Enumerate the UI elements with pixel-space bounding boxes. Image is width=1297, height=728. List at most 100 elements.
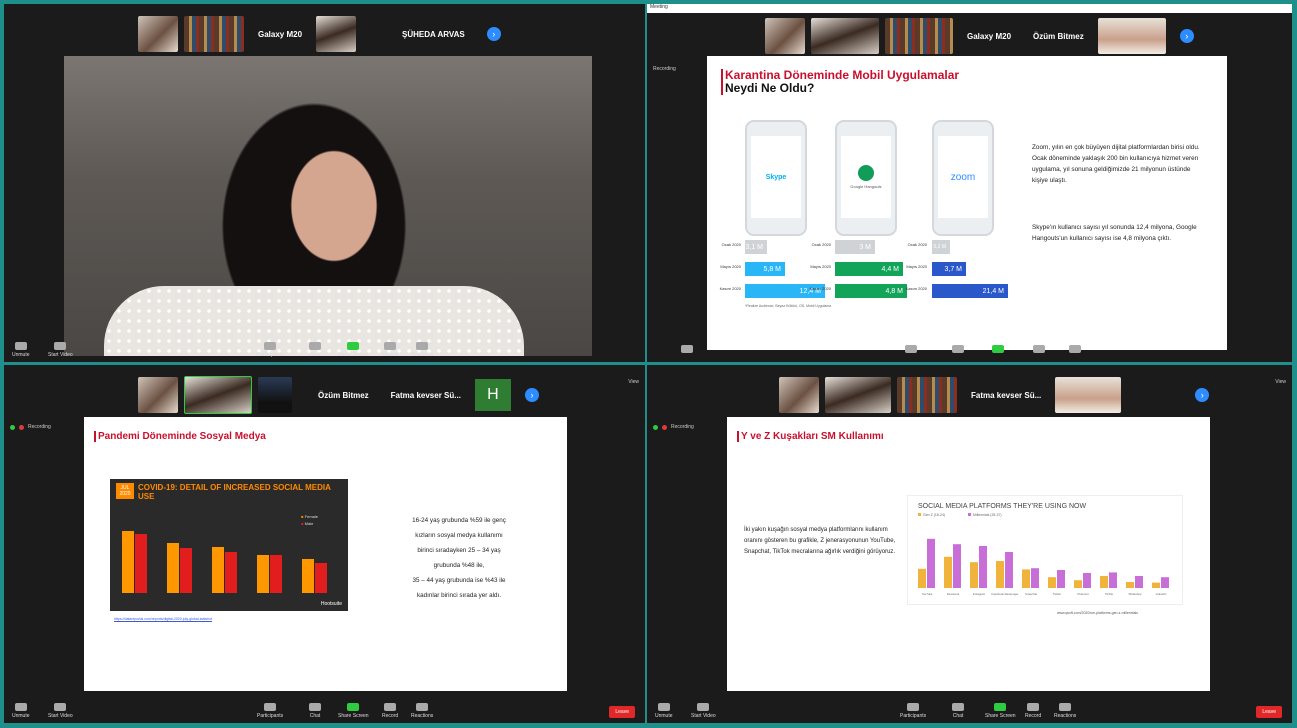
start-video-button[interactable]: Start Video (691, 703, 716, 719)
record-label: Record (382, 352, 399, 358)
next-page-icon[interactable]: › (486, 27, 501, 41)
row-label: Ocak 2020 (811, 242, 831, 247)
chart-footer: www.qsoft.com/2020/sm-platforms-gen-z-mi… (1057, 611, 1138, 615)
bar (979, 546, 987, 588)
chat-button[interactable]: Chat (309, 342, 321, 358)
text-line: grubunda %48 ile, (433, 562, 485, 569)
participant-thumbnail[interactable] (779, 377, 819, 413)
reactions-button[interactable] (1069, 345, 1081, 355)
bar-hangouts-jan: 3 M (835, 240, 875, 254)
bar (1135, 576, 1143, 588)
participants-button[interactable]: Participants (257, 703, 283, 719)
bar (1161, 577, 1169, 588)
slide-paragraph: İki yakın kuşağın sosyal medya platforml… (744, 527, 896, 555)
unmute-button[interactable]: Unmute (655, 703, 673, 719)
participant-thumbnail[interactable] (184, 16, 244, 52)
participant-name: Galaxy M20 (258, 29, 303, 39)
slide-title: Karantina Döneminde Mobil Uygulamalar Ne… (721, 69, 959, 95)
next-page-icon[interactable]: › (1179, 29, 1194, 43)
bar (1152, 582, 1160, 588)
chat-label: Chat (952, 713, 964, 719)
video-tile-bottom-left: Özüm Bitmez Fatma kevser Sü... H › View … (4, 365, 645, 723)
participant-thumbnail[interactable] (885, 18, 953, 54)
record-button[interactable] (1033, 345, 1045, 355)
hangouts-label: Google Hangouts (850, 184, 882, 189)
start-video-label: Start Video (48, 713, 73, 719)
next-page-icon[interactable]: › (1195, 388, 1210, 402)
participant-thumbnail[interactable] (184, 376, 252, 414)
reactions-button[interactable]: Reactions (411, 703, 433, 719)
record-button[interactable]: Record (1025, 703, 1041, 719)
next-page-icon[interactable]: › (524, 388, 539, 402)
participant-thumbnail[interactable] (897, 377, 957, 413)
participant-thumbnail[interactable] (258, 377, 292, 413)
x-tick-label: Pinterest (1077, 592, 1088, 596)
x-tick-label: LinkedIn (1156, 592, 1167, 596)
participant-strip: Fatma kevser Sü... › (779, 375, 1210, 415)
participants-button[interactable]: Participants (257, 342, 283, 358)
participant-name: Fatma kevser Sü... (971, 390, 1042, 400)
start-video-button[interactable]: Start Video (48, 703, 73, 719)
record-dot (662, 424, 667, 430)
leave-button[interactable]: Leave (609, 706, 635, 718)
share-screen-label: Share Screen (985, 713, 1016, 719)
text-line: 35 – 44 yaş grubunda ise %43 ile (412, 577, 506, 584)
skype-logo: Skype (751, 136, 801, 218)
share-screen-button[interactable] (992, 345, 1004, 355)
leave-button[interactable]: Leave (1256, 706, 1282, 718)
meeting-toolbar: Unmute Start Video Participants Chat Sha… (4, 699, 645, 723)
record-label: Record (382, 713, 399, 719)
participant-thumbnail[interactable] (765, 18, 805, 54)
view-button[interactable]: View (628, 379, 639, 385)
participants-button[interactable] (905, 345, 917, 355)
bar (1005, 552, 1013, 588)
start-video-button[interactable]: Start Video (48, 342, 73, 358)
slide-paragraph: Zoom, yılın en çok büyüyen dijital platf… (1032, 144, 1200, 184)
record-button[interactable]: Record (382, 703, 398, 719)
camera-icon (54, 342, 67, 350)
camera-icon (681, 345, 693, 353)
x-tick-label: Instagram (973, 592, 986, 596)
reactions-icon (1069, 345, 1081, 353)
reactions-button[interactable]: Reactions (1054, 703, 1076, 719)
bar (1048, 577, 1056, 588)
participant-thumbnail[interactable] (1097, 18, 1166, 54)
reactions-label: Reactions (1054, 713, 1077, 719)
bar (970, 562, 978, 588)
participant-thumbnail[interactable] (811, 18, 879, 54)
chat-button[interactable]: Chat (309, 703, 321, 719)
unmute-button[interactable]: Unmute (12, 703, 30, 719)
video-button[interactable] (681, 345, 693, 355)
record-button[interactable]: Record (382, 342, 398, 358)
unmute-button[interactable]: Unmute (12, 342, 30, 358)
participant-thumbnail[interactable] (825, 377, 891, 413)
share-screen-button[interactable]: Share Screen (338, 703, 369, 719)
reactions-button[interactable]: Reactions (411, 342, 433, 358)
video-tile-bottom-right: Fatma kevser Sü... › View Recording Y ve… (647, 365, 1292, 723)
participant-thumbnail[interactable] (138, 377, 178, 413)
chat-button[interactable]: Chat (952, 703, 964, 719)
share-screen-button[interactable]: Share Screen (985, 703, 1016, 719)
participant-avatar-initial[interactable]: H (474, 379, 511, 411)
video-tile-top-right: Meeting Galaxy M20 Özüm Bitmez › Recordi… (647, 4, 1292, 362)
view-button[interactable]: View (1275, 379, 1286, 385)
chat-button[interactable] (952, 345, 964, 355)
participants-icon (264, 342, 277, 350)
row-label: Mayıs 2020 (906, 264, 927, 269)
infographic-title: COVID-19: DETAIL OF INCREASED SOCIAL MED… (138, 483, 331, 501)
participant-strip: Özüm Bitmez Fatma kevser Sü... H › (138, 375, 539, 415)
x-tick-label: TikTok (1105, 592, 1114, 596)
chat-icon (309, 342, 321, 350)
bar-zoom-jan: 0,2 M (932, 240, 950, 254)
share-screen-icon (347, 342, 360, 350)
window-title-bar: Meeting (647, 4, 1292, 13)
participant-thumbnail[interactable] (138, 16, 178, 52)
source-link[interactable]: https://datareportal.com/reports/digital… (114, 617, 212, 621)
participant-thumbnail[interactable] (1055, 377, 1122, 413)
participant-thumbnail[interactable] (316, 16, 357, 52)
bar (944, 556, 952, 588)
participants-button[interactable]: Participants (900, 703, 926, 719)
share-screen-button[interactable]: Share Screen (338, 342, 369, 358)
chat-icon (952, 345, 964, 353)
bar-hangouts-may: 4,4 M (835, 262, 903, 276)
